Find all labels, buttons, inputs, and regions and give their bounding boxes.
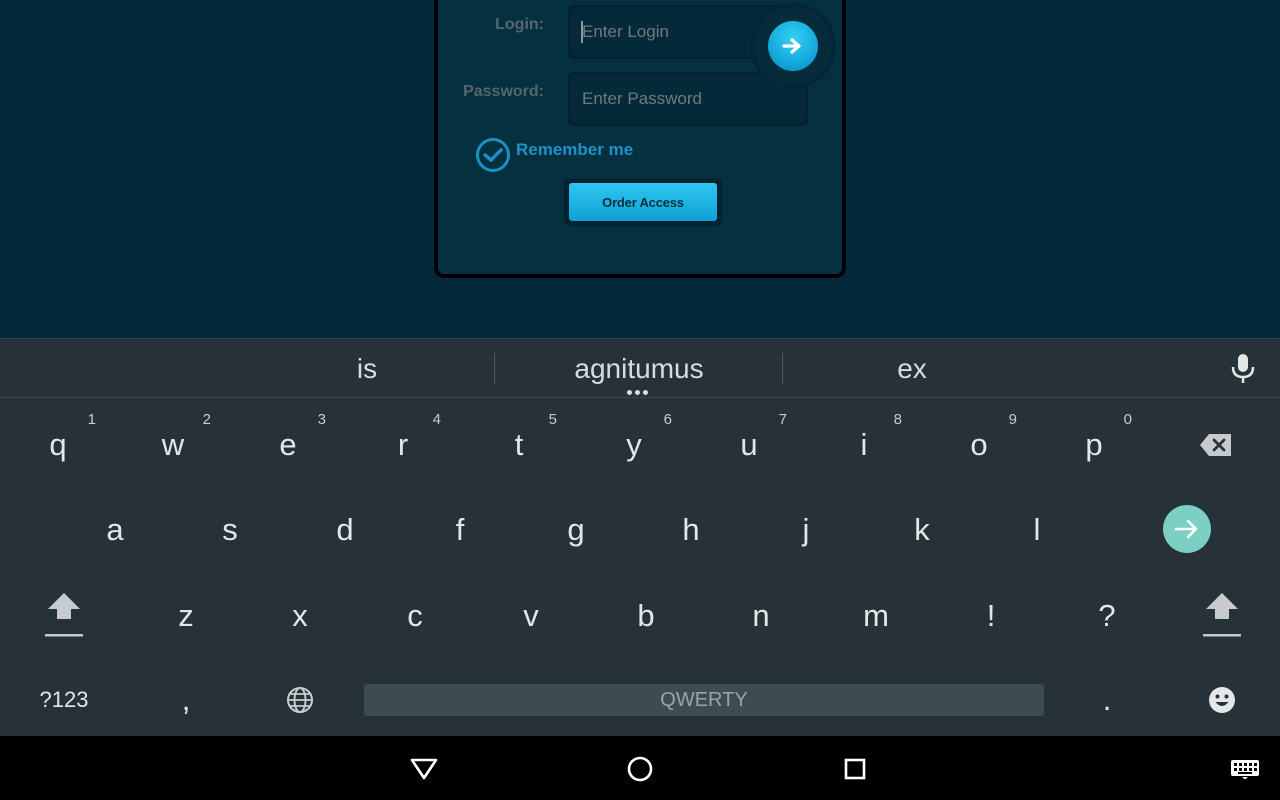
emoji-icon <box>1209 687 1235 713</box>
app-screen: Login: Password: Remember me Order Acces… <box>0 0 1280 338</box>
login-input[interactable] <box>580 5 780 59</box>
key-f[interactable]: f <box>410 490 510 570</box>
arrow-right-icon <box>782 38 801 54</box>
text-cursor <box>581 21 583 43</box>
key-a[interactable]: a <box>65 490 165 570</box>
order-access-wrapper: Order Access <box>564 178 722 226</box>
key-hint: 6 <box>663 411 672 428</box>
home-circle-icon[interactable] <box>623 752 657 786</box>
key-label: p <box>1085 427 1103 462</box>
key-t[interactable]: t5 <box>469 405 569 485</box>
key-label: u <box>740 427 758 462</box>
key-g[interactable]: g <box>526 490 626 570</box>
microphone-icon[interactable] <box>1226 351 1260 387</box>
spacebar[interactable]: QWERTY <box>364 684 1044 716</box>
key-s[interactable]: s <box>180 490 280 570</box>
key-l[interactable]: l <box>987 490 1087 570</box>
key-c[interactable]: c <box>365 576 465 656</box>
soft-keyboard: is agnitumus ex q1 w2 e3 r4 t5 y6 u7 i8 … <box>0 338 1280 736</box>
keyboard-icon[interactable] <box>1228 752 1262 786</box>
key-label: q <box>49 427 67 462</box>
shift-icon <box>45 593 83 637</box>
key-label: t <box>514 427 524 462</box>
key-n[interactable]: n <box>711 576 811 656</box>
emoji-key[interactable] <box>1172 660 1272 740</box>
system-navigation-bar <box>0 736 1280 800</box>
key-p[interactable]: p0 <box>1044 405 1144 485</box>
password-label: Password: <box>463 83 544 100</box>
key-z[interactable]: z <box>136 576 236 656</box>
order-access-button[interactable]: Order Access <box>569 183 717 221</box>
key-label: o <box>970 427 988 462</box>
recents-square-icon[interactable] <box>838 752 872 786</box>
backspace-icon <box>1200 434 1231 456</box>
key-q[interactable]: q1 <box>8 405 108 485</box>
language-key[interactable] <box>250 660 350 740</box>
suggestion-right[interactable]: ex <box>783 339 1041 399</box>
globe-icon <box>287 687 313 713</box>
key-hint: 7 <box>778 411 787 428</box>
suggestion-strip: is agnitumus ex <box>0 338 1280 398</box>
shift-key-right[interactable] <box>1172 576 1272 656</box>
key-v[interactable]: v <box>481 576 581 656</box>
key-d[interactable]: d <box>295 490 395 570</box>
key-hint: 8 <box>893 411 902 428</box>
shift-key-left[interactable] <box>14 576 114 656</box>
login-label: Login: <box>495 16 544 33</box>
key-label: w <box>161 427 185 462</box>
key-w[interactable]: w2 <box>123 405 223 485</box>
arrow-right-icon <box>1174 519 1198 539</box>
password-input[interactable] <box>580 72 780 126</box>
key-e[interactable]: e3 <box>238 405 338 485</box>
key-h[interactable]: h <box>641 490 741 570</box>
key-label: i <box>860 427 868 462</box>
remember-me-label[interactable]: Remember me <box>516 140 633 160</box>
key-label: e <box>279 427 297 462</box>
login-submit-ring <box>754 7 832 85</box>
key-hint: 9 <box>1008 411 1017 428</box>
key-hint: 3 <box>317 411 326 428</box>
enter-key[interactable] <box>1163 505 1211 553</box>
password-field[interactable] <box>568 72 808 126</box>
key-i[interactable]: i8 <box>814 405 914 485</box>
key-r[interactable]: r4 <box>353 405 453 485</box>
checkmark-icon <box>483 148 503 162</box>
symbols-key[interactable]: ?123 <box>14 660 114 740</box>
key-label: r <box>397 427 409 462</box>
key-m[interactable]: m <box>826 576 926 656</box>
key-b[interactable]: b <box>596 576 696 656</box>
key-comma[interactable]: , <box>136 660 236 740</box>
key-j[interactable]: j <box>756 490 856 570</box>
key-hint: 4 <box>432 411 441 428</box>
key-hint: 2 <box>202 411 211 428</box>
key-label: y <box>626 427 642 462</box>
key-o[interactable]: o9 <box>929 405 1029 485</box>
suggestion-left[interactable]: is <box>240 339 494 399</box>
key-hint: 0 <box>1123 411 1132 428</box>
more-suggestions-indicator[interactable] <box>627 390 648 395</box>
remember-me-checkbox[interactable] <box>476 138 510 172</box>
shift-icon <box>1203 593 1241 637</box>
key-hint: 5 <box>548 411 557 428</box>
backspace-key[interactable] <box>1166 405 1266 485</box>
key-y[interactable]: y6 <box>584 405 684 485</box>
key-period[interactable]: . <box>1057 660 1157 740</box>
login-panel: Login: Password: Remember me Order Acces… <box>434 0 846 278</box>
key-x[interactable]: x <box>250 576 350 656</box>
back-triangle-icon[interactable] <box>407 752 441 786</box>
key-exclamation[interactable]: ! <box>941 576 1041 656</box>
key-u[interactable]: u7 <box>699 405 799 485</box>
key-k[interactable]: k <box>872 490 972 570</box>
key-hint: 1 <box>87 411 96 428</box>
key-question[interactable]: ? <box>1057 576 1157 656</box>
login-submit-button[interactable] <box>768 21 818 71</box>
